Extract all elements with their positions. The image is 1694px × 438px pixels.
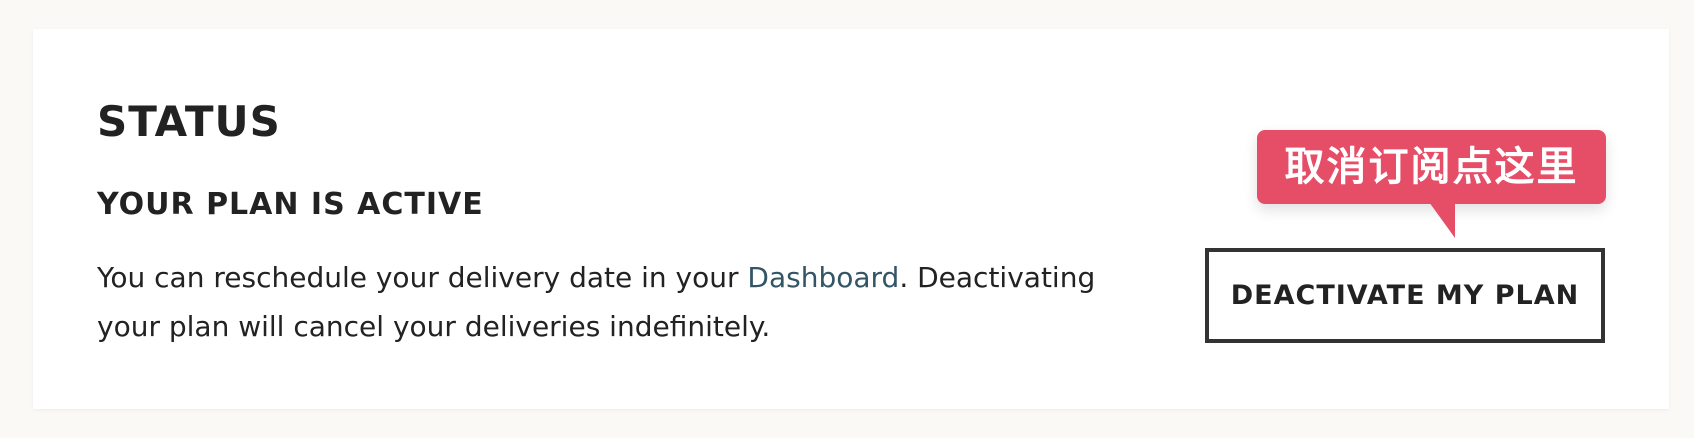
deactivate-plan-button[interactable]: DEACTIVATE MY PLAN	[1205, 248, 1605, 343]
plan-status-heading: YOUR PLAN IS ACTIVE	[97, 187, 484, 222]
plan-status-card: STATUS YOUR PLAN IS ACTIVE You can resch…	[33, 29, 1669, 409]
plan-description: You can reschedule your delivery date in…	[97, 253, 1157, 351]
description-text-before: You can reschedule your delivery date in…	[97, 261, 748, 294]
unsubscribe-hint-tooltip: 取消订阅点这里	[1257, 130, 1606, 204]
dashboard-link[interactable]: Dashboard	[747, 261, 899, 294]
tooltip-pointer	[1429, 202, 1455, 238]
page-title: STATUS	[97, 97, 281, 146]
